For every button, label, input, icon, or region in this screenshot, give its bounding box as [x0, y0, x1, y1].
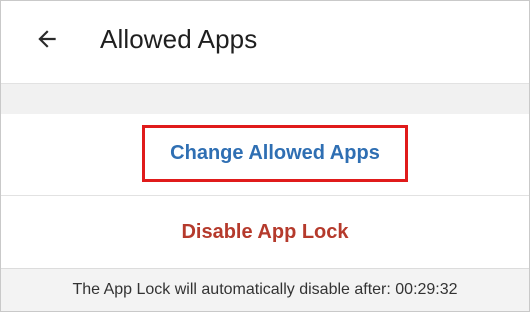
app-bar: Allowed Apps — [1, 1, 529, 84]
disable-app-lock-button[interactable]: Disable App Lock — [1, 196, 529, 269]
auto-disable-text: The App Lock will automatically disable … — [72, 281, 458, 298]
section-spacer — [1, 84, 529, 114]
auto-disable-message: The App Lock will automatically disable … — [1, 269, 529, 311]
disable-app-lock-label: Disable App Lock — [181, 220, 349, 243]
back-button[interactable] — [27, 19, 67, 59]
page-title: Allowed Apps — [100, 24, 258, 54]
arrow-left-icon — [38, 30, 56, 48]
allowed-apps-screen: Allowed Apps Change Allowed Apps Disable… — [0, 0, 530, 312]
highlight-box — [142, 125, 408, 182]
